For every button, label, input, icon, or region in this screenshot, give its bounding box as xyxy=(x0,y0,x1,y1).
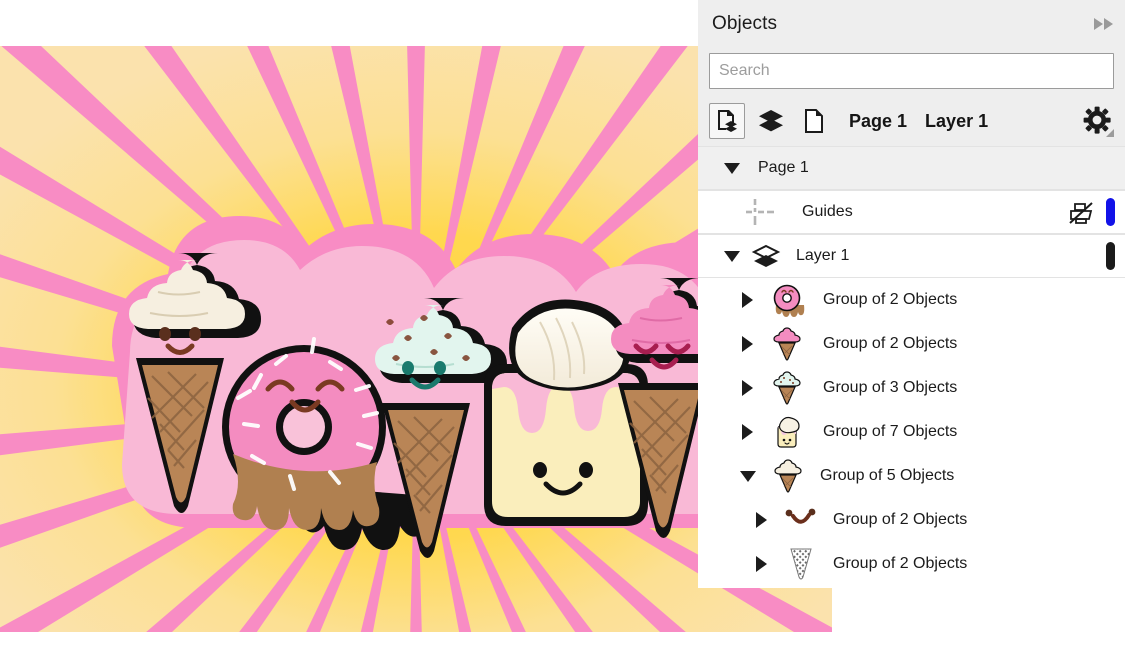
layers-stack-icon[interactable] xyxy=(753,103,789,139)
tree-row-label: Layer 1 xyxy=(796,247,849,265)
tree-row-group-vanilla-cone[interactable]: Group of 5 Objects xyxy=(698,454,1125,498)
face-thumb xyxy=(781,507,821,533)
printer-disabled-icon[interactable] xyxy=(1067,200,1093,224)
toolbar-layer-label[interactable]: Layer 1 xyxy=(925,111,988,132)
twisty-right-icon[interactable] xyxy=(756,556,767,572)
page-and-layers-icon[interactable] xyxy=(709,103,745,139)
mint-cone-thumb xyxy=(769,370,805,406)
twisty-right-icon[interactable] xyxy=(742,292,753,308)
twisty-down-icon[interactable] xyxy=(740,471,756,482)
twisty-right-icon[interactable] xyxy=(742,336,753,352)
tree-row-group-pudding[interactable]: Group of 7 Objects xyxy=(698,410,1125,454)
page-icon[interactable] xyxy=(797,103,833,139)
vanilla-cone-thumb xyxy=(770,458,806,494)
panel-header: Objects xyxy=(698,0,1125,47)
layer-color-swatch[interactable] xyxy=(1106,242,1115,270)
gear-icon[interactable] xyxy=(1082,105,1114,137)
tree-row-group-mint-cone[interactable]: Group of 3 Objects xyxy=(698,366,1125,410)
waffle-cone-thumb xyxy=(781,547,821,581)
twisty-down-icon[interactable] xyxy=(724,163,740,174)
tree-row-label: Group of 3 Objects xyxy=(823,379,957,397)
tree-row-group-waffle-cone[interactable]: Group of 2 Objects xyxy=(698,542,1125,586)
double-chevron-right-icon[interactable] xyxy=(1094,18,1113,30)
tree-row-guides[interactable]: Guides xyxy=(698,190,1125,234)
tree-row-label: Group of 2 Objects xyxy=(833,511,967,529)
tree-row-label: Group of 2 Objects xyxy=(833,555,967,573)
layers-stack-icon xyxy=(750,243,782,269)
twisty-right-icon[interactable] xyxy=(742,380,753,396)
tree-row-label: Group of 2 Objects xyxy=(823,291,957,309)
tree-row-group-donut[interactable]: Group of 2 Objects xyxy=(698,278,1125,322)
guides-color-swatch[interactable] xyxy=(1106,198,1115,226)
twisty-right-icon[interactable] xyxy=(756,512,767,528)
objects-panel: Objects xyxy=(698,0,1125,588)
donut-thumb xyxy=(769,283,805,317)
tree-row-label: Group of 5 Objects xyxy=(820,467,954,485)
twisty-right-icon[interactable] xyxy=(742,424,753,440)
tree-row-layer-1[interactable]: Layer 1 xyxy=(698,234,1125,278)
pink-cone-thumb xyxy=(769,326,805,362)
toolbar-page-label[interactable]: Page 1 xyxy=(849,111,907,132)
objects-tree: Page 1 Guides xyxy=(698,146,1125,586)
panel-title: Objects xyxy=(712,13,777,35)
tree-row-label: Page 1 xyxy=(758,159,809,177)
tree-row-group-pink-cone[interactable]: Group of 2 Objects xyxy=(698,322,1125,366)
search-input[interactable] xyxy=(709,53,1114,89)
tree-row-label: Group of 2 Objects xyxy=(823,335,957,353)
tree-row-group-face[interactable]: Group of 2 Objects xyxy=(698,498,1125,542)
guides-icon xyxy=(744,197,778,227)
tree-row-label: Group of 7 Objects xyxy=(823,423,957,441)
panel-toolbar: Page 1 Layer 1 xyxy=(698,96,1125,146)
tree-row-label: Guides xyxy=(802,203,853,221)
twisty-down-icon[interactable] xyxy=(724,251,740,262)
app-root: Objects xyxy=(0,0,1125,650)
search-container xyxy=(698,47,1125,96)
pudding-thumb xyxy=(769,415,805,449)
tree-row-page-1[interactable]: Page 1 xyxy=(698,146,1125,190)
